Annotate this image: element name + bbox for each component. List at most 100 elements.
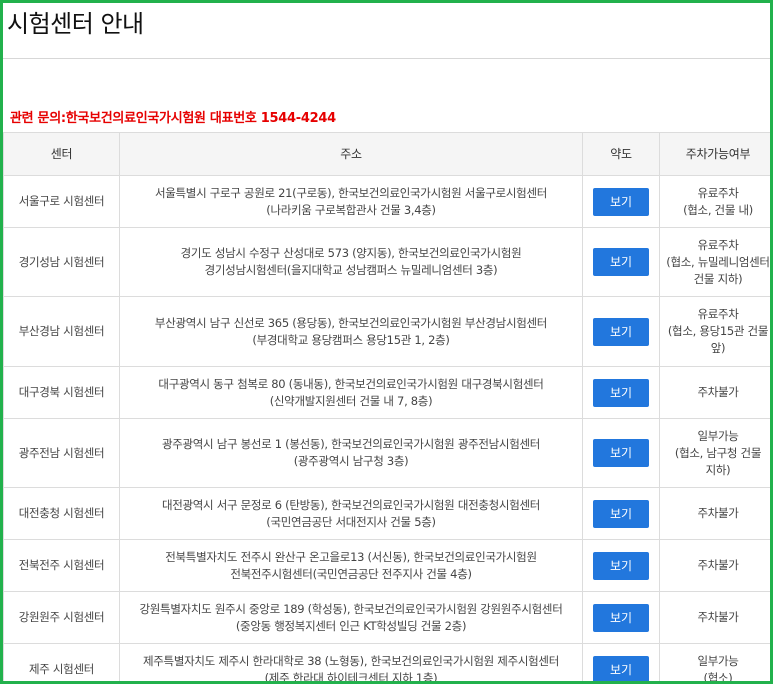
address-line: 광주광역시 남구 봉선로 1 (봉선동), 한국보건의료인국가시험원 광주전남시… [161,437,541,451]
address-line: 대구광역시 동구 첨복로 80 (동내동), 한국보건의료인국가시험원 대구경북… [158,376,544,391]
map-cell: 보기 [582,591,660,644]
center-name: 강원원주 시험센터 [3,591,120,644]
header-parking: 주차가능여부 [659,132,770,176]
center-address: 강원특별자치도 원주시 중앙로 189 (학성동), 한국보건의료인국가시험원 … [119,591,583,644]
parking-line: (협소, 뉴밀레니엄센터 [666,254,770,269]
table-row: 강원원주 시험센터 강원특별자치도 원주시 중앙로 189 (학성동), 한국보건… [3,591,770,644]
address-line: (신약개발지원센터 건물 내 7, 8층) [269,393,433,408]
center-name: 부산경남 시험센터 [3,296,120,367]
center-name: 대전충청 시험센터 [3,487,120,540]
table-row: 부산경남 시험센터 부산광역시 남구 신선로 365 (용당동), 한국보건의료인… [3,296,770,367]
center-address: 서울특별시 구로구 공원로 21(구로동), 한국보건의료인국가시험원 서울구로… [119,175,583,228]
page-frame: 시험센터 안내 관련 문의:한국보건의료인국가시험원 대표번호 1544-424… [0,0,773,684]
center-address: 경기도 성남시 수정구 산성대로 573 (양지동), 한국보건의료인국가시험원… [119,227,583,297]
center-address: 대전광역시 서구 문정로 6 (탄방동), 한국보건의료인국가시험원 대전충청시… [119,487,583,540]
parking-line: 유료주차 [697,185,739,200]
parking-line: 유료주차 [697,307,739,321]
test-center-table: 센터 주소 약도 주차가능여부 서울구로 시험센터 서울특별시 구로구 공원로 2… [3,132,770,684]
contact-notice: 관련 문의:한국보건의료인국가시험원 대표번호 1544-4244 [10,111,336,126]
view-map-button[interactable]: 보기 [593,187,649,216]
header-map: 약도 [582,132,660,176]
table-row: 경기성남 시험센터 경기도 성남시 수정구 산성대로 573 (양지동), 한국보… [3,227,770,297]
address-line: 강원특별자치도 원주시 중앙로 189 (학성동), 한국보건의료인국가시험원 … [139,601,563,616]
address-line: (나라키움 구로복합관사 건물 3,4층) [266,202,436,217]
parking-availability: 일부가능 (협소) [659,643,770,684]
parking-availability: 주차불가 [659,591,770,644]
map-cell: 보기 [582,175,660,228]
center-name: 제주 시험센터 [3,643,120,681]
parking-availability: 유료주차 (협소, 용당15관 건물앞) [659,296,770,367]
parking-availability: 유료주차 (협소, 뉴밀레니엄센터건물 지하) [659,227,770,297]
map-cell: 보기 [582,366,660,419]
address-line: 전북전주시험센터(국민연금공단 전주지사 건물 4층) [230,566,472,581]
address-line: 경기성남시험센터(을지대학교 성남캠퍼스 뉴밀레니엄센터 3층) [204,263,498,277]
header-center: 센터 [3,132,120,176]
view-map-button[interactable]: 보기 [593,551,649,580]
parking-line: 일부가능 [697,428,739,443]
map-cell: 보기 [582,227,660,297]
view-map-button[interactable]: 보기 [593,439,649,467]
table-row: 대구경북 시험센터 대구광역시 동구 첨복로 80 (동내동), 한국보건의료인국… [3,366,770,419]
table-row: 전북전주 시험센터 전북특별자치도 전주시 완산구 온고을로13 (서신동), 한… [3,539,770,592]
map-cell: 보기 [582,539,660,592]
view-map-button[interactable]: 보기 [593,603,649,632]
center-address: 제주특별자치도 제주시 한라대학로 38 (노형동), 한국보건의료인국가시험원… [119,643,583,684]
address-line: 서울특별시 구로구 공원로 21(구로동), 한국보건의료인국가시험원 서울구로… [154,185,548,200]
address-line: (제주 한라대 하이테크센터 지하 1층) [264,670,438,684]
center-name: 광주전남 시험센터 [3,418,120,488]
parking-line: (협소, 용당15관 건물 [667,324,769,338]
parking-availability: 주차불가 [659,366,770,419]
view-map-button[interactable]: 보기 [593,317,649,346]
parking-line: 일부가능 [697,653,739,668]
table-header-row: 센터 주소 약도 주차가능여부 [3,132,770,176]
address-line: 전북특별자치도 전주시 완산구 온고을로13 (서신동), 한국보건의료인국가시… [165,549,537,564]
parking-line: 건물 지하) [693,271,743,286]
center-name: 서울구로 시험센터 [3,175,120,228]
center-address: 전북특별자치도 전주시 완산구 온고을로13 (서신동), 한국보건의료인국가시… [119,539,583,592]
center-address: 부산광역시 남구 신선로 365 (용당동), 한국보건의료인국가시험원 부산경… [119,296,583,367]
header-address: 주소 [119,132,583,176]
title-divider [3,58,770,59]
address-line: (국민연금공단 서대전지사 건물 5층) [266,514,436,529]
parking-availability: 유료주차 (협소, 건물 내) [659,175,770,228]
parking-line: (협소, 건물 내) [683,202,753,217]
parking-line: (협소, 남구청 건물 [674,445,762,460]
map-cell: 보기 [582,418,660,488]
parking-line: 앞) [710,341,726,355]
address-line: 대전광역시 서구 문정로 6 (탄방동), 한국보건의료인국가시험원 대전충청시… [161,497,541,512]
center-address: 광주광역시 남구 봉선로 1 (봉선동), 한국보건의료인국가시험원 광주전남시… [119,418,583,488]
map-cell: 보기 [582,487,660,540]
table-row: 서울구로 시험센터 서울특별시 구로구 공원로 21(구로동), 한국보건의료인국… [3,175,770,228]
page-title: 시험센터 안내 [7,10,144,38]
parking-line: 주차불가 [697,558,739,572]
view-map-button[interactable]: 보기 [593,499,649,528]
table-row: 대전충청 시험센터 대전광역시 서구 문정로 6 (탄방동), 한국보건의료인국가… [3,487,770,540]
address-line: 부산광역시 남구 신선로 365 (용당동), 한국보건의료인국가시험원 부산경… [154,315,548,330]
center-name: 경기성남 시험센터 [3,227,120,297]
parking-availability: 주차불가 [659,487,770,540]
address-line: (광주광역시 남구청 3층) [293,454,409,468]
parking-availability: 일부가능 (협소, 남구청 건물지하) [659,418,770,488]
address-line: (중앙동 행정복지센터 인근 KT학성빌딩 건물 2층) [235,618,467,633]
parking-line: 주차불가 [697,385,739,399]
address-line: (부경대학교 용당캠퍼스 용당15관 1, 2층) [252,332,450,347]
table-row: 제주 시험센터 제주특별자치도 제주시 한라대학로 38 (노형동), 한국보건의… [3,643,770,684]
parking-line: 지하) [705,462,731,477]
address-line: 제주특별자치도 제주시 한라대학로 38 (노형동), 한국보건의료인국가시험원… [143,653,559,668]
address-line: 경기도 성남시 수정구 산성대로 573 (양지동), 한국보건의료인국가시험원 [180,246,522,260]
view-map-button[interactable]: 보기 [593,378,649,407]
map-cell: 보기 [582,643,660,681]
view-map-button[interactable]: 보기 [593,248,649,276]
center-name: 대구경북 시험센터 [3,366,120,419]
parking-line: (협소) [703,670,733,684]
map-cell: 보기 [582,296,660,367]
parking-availability: 주차불가 [659,539,770,592]
table-row: 광주전남 시험센터 광주광역시 남구 봉선로 1 (봉선동), 한국보건의료인국가… [3,418,770,488]
center-name: 전북전주 시험센터 [3,539,120,592]
center-address: 대구광역시 동구 첨복로 80 (동내동), 한국보건의료인국가시험원 대구경북… [119,366,583,419]
parking-line: 주차불가 [697,506,739,520]
view-map-button[interactable]: 보기 [593,655,649,681]
parking-line: 주차불가 [697,610,739,624]
table-body: 서울구로 시험센터 서울특별시 구로구 공원로 21(구로동), 한국보건의료인국… [3,175,770,684]
parking-line: 유료주차 [697,237,739,252]
